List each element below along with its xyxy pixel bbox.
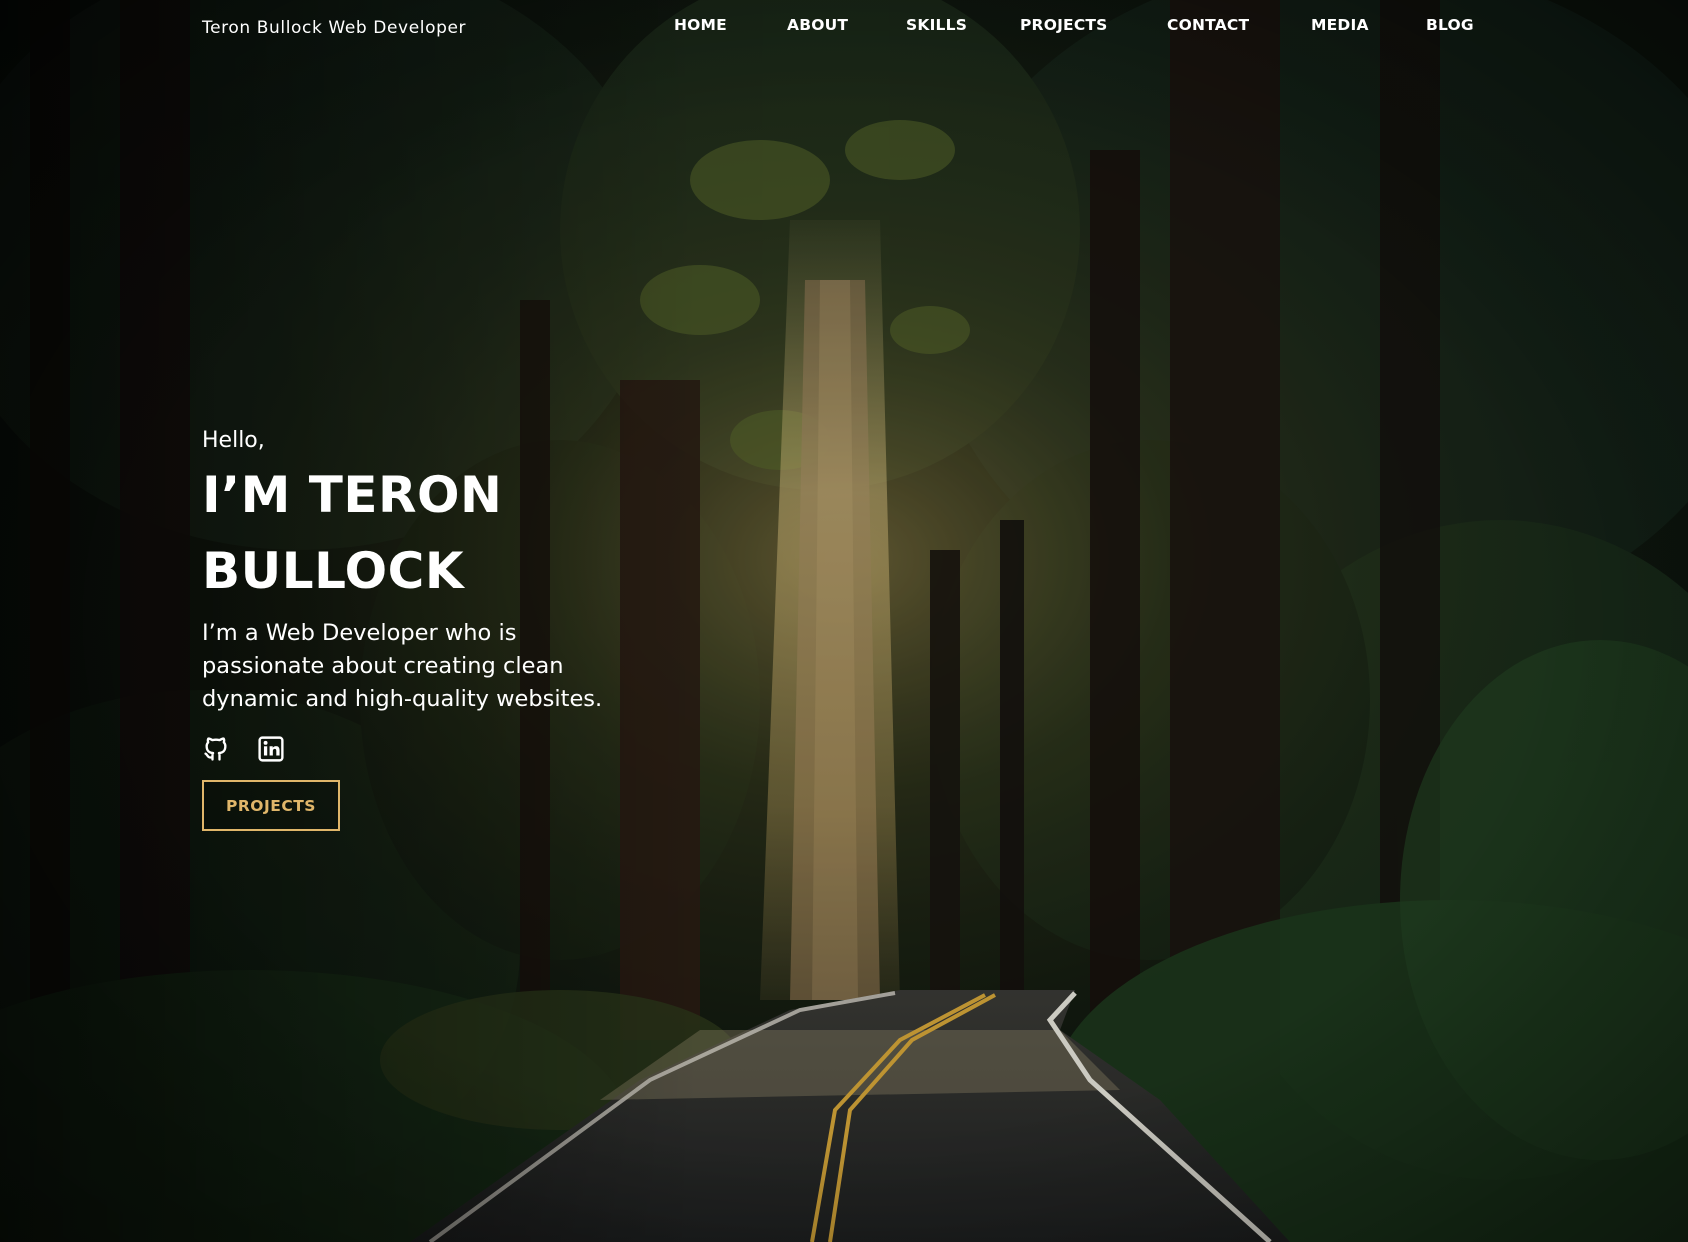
- linkedin-link[interactable]: [257, 735, 285, 763]
- github-link[interactable]: [202, 735, 230, 763]
- hero-name-heading: I’M TERON BULLOCK: [202, 466, 503, 600]
- nav-blog[interactable]: BLOG: [1426, 16, 1474, 34]
- nav-contact[interactable]: CONTACT: [1167, 16, 1249, 34]
- social-links: [202, 734, 662, 764]
- hero-section: Hello, I’M TERON BULLOCK I’m a Web Devel…: [202, 428, 662, 831]
- nav-media[interactable]: MEDIA: [1311, 16, 1369, 34]
- nav-home[interactable]: HOME: [674, 16, 727, 34]
- brand-logo-link[interactable]: Teron Bullock Web Developer: [202, 18, 466, 38]
- projects-button[interactable]: PROJECTS: [202, 780, 340, 831]
- nav-about[interactable]: ABOUT: [787, 16, 848, 34]
- nav-projects[interactable]: PROJECTS: [1020, 16, 1108, 34]
- hero-tagline: I’m a Web Developer who is passionate ab…: [202, 620, 603, 712]
- hero-greeting: Hello,: [202, 428, 265, 453]
- page: Teron Bullock Web Developer HOME ABOUT S…: [0, 0, 1688, 1242]
- linkedin-icon: [258, 736, 284, 762]
- nav-skills[interactable]: SKILLS: [906, 16, 967, 34]
- github-icon: [202, 735, 230, 763]
- site-header: Teron Bullock Web Developer HOME ABOUT S…: [0, 0, 1688, 60]
